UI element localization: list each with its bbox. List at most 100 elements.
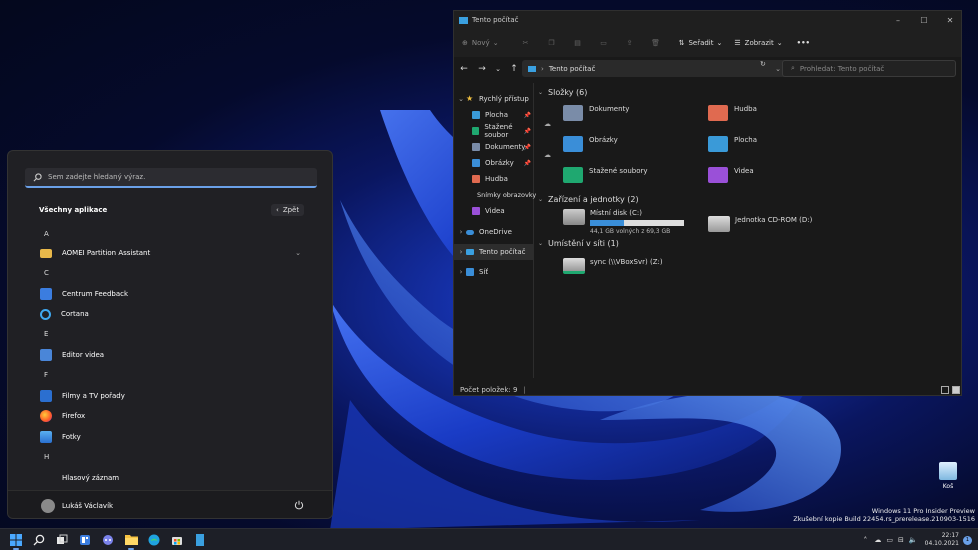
pin-icon[interactable]: 📌 [524,144,531,151]
chat-button[interactable] [97,530,119,550]
letter-header-c[interactable]: C [8,263,332,283]
app-item-feedback[interactable]: Centrum Feedback [8,284,332,304]
app-item-video-editor[interactable]: Editor videa [8,345,332,365]
widgets-button[interactable] [74,530,96,550]
edge-button[interactable] [143,530,165,550]
pin-icon[interactable]: 📌 [524,128,531,135]
computer-icon [528,65,536,72]
back-button[interactable]: ‹ Zpět [271,204,305,216]
pin-icon[interactable]: 📌 [524,112,531,119]
network-drive-item-z[interactable]: sync (\\VBoxSvr) (Z:) [563,258,663,274]
windows-drive-icon [563,209,585,225]
refresh-icon[interactable]: ↻ [760,60,766,68]
section-header-folders[interactable]: ⌄ Složky (6) [538,88,587,97]
app-item-firefox[interactable]: Firefox [8,406,332,426]
sidebar-label: Dokumenty [485,143,526,151]
chevron-down-icon[interactable]: ⌄ [295,249,301,257]
forward-arrow-icon[interactable]: → [474,64,490,74]
start-button[interactable] [5,530,27,550]
breadcrumb[interactable]: Tento počítač [549,65,595,73]
app-item-voice-recorder[interactable]: Hlasový záznam [8,468,332,488]
sidebar-item-onedrive[interactable]: › OneDrive [454,224,534,240]
app-label: Editor videa [62,351,105,359]
chevron-down-icon[interactable]: ⌄ [775,65,781,73]
letter-header-h[interactable]: H [8,447,332,467]
onedrive-tray-icon[interactable]: ☁ [874,536,881,544]
view-button[interactable]: ☰ Zobrazit ⌄ [734,39,782,47]
taskbar-search-button[interactable] [28,530,50,550]
folder-item-videos[interactable]: Videa [708,167,754,183]
copy-icon[interactable]: ❐ [546,37,558,49]
user-name[interactable]: Lukáš Václavík [62,502,113,510]
paste-icon[interactable]: ▤ [572,37,584,49]
volume-icon[interactable]: 🔈 [909,536,918,544]
recycle-bin-shortcut[interactable]: Koš [936,462,960,490]
recent-chevron-icon[interactable]: ⌄ [490,65,506,73]
sort-button[interactable]: ⇅ Seřadit ⌄ [679,39,723,47]
back-arrow-icon[interactable]: ← [456,64,472,74]
cut-icon[interactable]: ✂ [520,37,532,49]
store-button[interactable] [166,530,188,550]
power-icon[interactable] [294,500,304,510]
tiles-view-icon[interactable] [952,386,960,394]
letter-header-a[interactable]: A [8,224,332,244]
folder-item-documents[interactable]: Dokumenty [563,105,629,121]
folder-item-pictures[interactable]: Obrázky [563,136,618,152]
explorer-search-input[interactable]: ⌕ Prohledat: Tento počítač [782,60,956,77]
up-arrow-icon[interactable]: ↑ [506,64,522,74]
status-bar: Počet položek: 9 | [454,383,961,395]
pin-icon[interactable]: 📌 [524,160,531,167]
sidebar-item-desktop[interactable]: Plocha 📌 [454,107,534,123]
folder-icon [124,535,138,545]
letter-header-f[interactable]: F [8,365,332,385]
battery-icon[interactable]: ▭ [886,536,893,544]
app-item-aomei[interactable]: AOMEI Partition Assistant ⌄ [8,243,332,263]
drive-item-d[interactable]: Jednotka CD-ROM (D:) [708,216,812,232]
sidebar-item-screenshots[interactable]: Snímky obrazovky [454,187,536,203]
sidebar-item-pictures[interactable]: Obrázky 📌 [454,155,534,171]
pictures-folder-icon [563,136,583,152]
sidebar-label: Rychlý přístup [479,95,529,103]
title-bar[interactable]: Tento počítač – ☐ ✕ [454,11,961,29]
sidebar-item-documents[interactable]: Dokumenty 📌 [454,139,534,155]
drive-label: Místní disk (C:) [590,209,643,217]
sidebar-item-videos[interactable]: Videa [454,203,534,219]
start-search-box[interactable]: Sem zadejte hledaný výraz. [25,168,317,188]
file-explorer-taskbar-button[interactable] [120,530,142,550]
app-item-cortana[interactable]: Cortana [8,304,332,324]
sidebar-item-network[interactable]: › Síť [454,264,534,280]
section-header-drives[interactable]: ⌄ Zařízení a jednotky (2) [538,195,639,204]
app-item-movies[interactable]: Filmy a TV pořady [8,386,332,406]
avatar[interactable] [41,498,55,513]
minimize-icon[interactable]: – [885,11,911,29]
address-bar[interactable]: › Tento počítač ⌄ [522,60,787,77]
chevron-up-icon[interactable]: ˄ [863,536,867,545]
letter-header-e[interactable]: E [8,324,332,344]
sidebar-item-music[interactable]: Hudba [454,171,534,187]
drive-item-c[interactable]: Místní disk (C:) 44,1 GB volných z 69,3 … [563,209,684,235]
app-item-photos[interactable]: Fotky [8,427,332,447]
new-button[interactable]: ⊕ Nový ⌄ [462,39,499,47]
maximize-icon[interactable]: ☐ [911,11,937,29]
drive-free-space: 44,1 GB volných z 69,3 GB [590,228,671,235]
desktop-icon [472,111,480,119]
details-view-icon[interactable] [941,386,949,394]
folder-item-downloads[interactable]: Stažené soubory [563,167,648,183]
folder-item-desktop[interactable]: Plocha [708,136,757,152]
network-tray-icon[interactable]: ⊟ [898,536,904,544]
folder-item-music[interactable]: Hudba [708,105,757,121]
rename-icon[interactable]: ▭ [598,37,610,49]
folder-icon [40,248,52,258]
sidebar-item-downloads[interactable]: Stažené soubor 📌 [454,123,534,139]
sidebar-item-quick-access[interactable]: ⌄ ★ Rychlý přístup [454,91,534,107]
notification-badge[interactable]: 1 [963,535,972,545]
app-taskbar-button[interactable] [189,530,211,550]
more-button[interactable]: ••• [797,39,810,47]
close-icon[interactable]: ✕ [937,11,961,29]
clock[interactable]: 22:17 04.10.2021 [925,532,959,548]
section-header-network[interactable]: ⌄ Umístění v síti (1) [538,239,619,248]
share-icon[interactable]: ⇪ [624,37,636,49]
delete-icon[interactable]: 🗑 [650,37,662,49]
task-view-button[interactable] [51,530,73,550]
sidebar-item-this-pc[interactable]: › Tento počítač [454,244,534,260]
